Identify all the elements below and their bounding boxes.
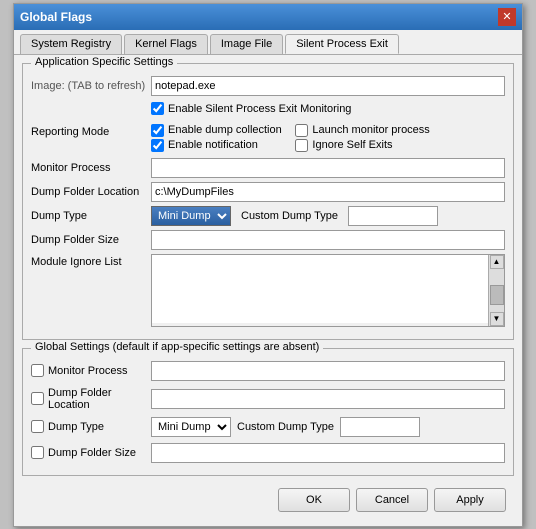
- tab-silent-process-exit[interactable]: Silent Process Exit: [285, 34, 399, 54]
- global-dump-type-check-label: Dump Type: [31, 420, 151, 433]
- scroll-thumb[interactable]: [490, 285, 504, 305]
- enable-notify-row: Enable notification: [151, 139, 285, 152]
- global-settings-group: Global Settings (default if app-specific…: [22, 348, 514, 476]
- window-title: Global Flags: [20, 10, 92, 24]
- launch-monitor-row: Launch monitor process: [295, 124, 429, 137]
- ignore-self-row: Ignore Self Exits: [295, 139, 429, 152]
- dump-collection-checkbox[interactable]: [151, 124, 164, 137]
- ignore-self-checkbox[interactable]: [295, 139, 308, 152]
- global-dump-folder-input[interactable]: [151, 389, 505, 409]
- ignore-self-label: Ignore Self Exits: [312, 139, 392, 151]
- dump-folder-location-row: Dump Folder Location: [31, 182, 505, 202]
- module-ignore-textarea[interactable]: [152, 255, 488, 323]
- scroll-up-arrow[interactable]: ▲: [490, 255, 504, 269]
- app-settings-inner: Image: (TAB to refresh) Enable Silent Pr…: [31, 76, 505, 327]
- global-custom-dump-label: Custom Dump Type: [237, 421, 334, 433]
- global-dump-folder-checkbox[interactable]: [31, 392, 44, 405]
- global-dump-type-checkbox[interactable]: [31, 420, 44, 433]
- main-window: Global Flags ✕ System Registry Kernel Fl…: [13, 3, 523, 527]
- content-area: Application Specific Settings Image: (TA…: [14, 55, 522, 526]
- app-settings-group: Application Specific Settings Image: (TA…: [22, 63, 514, 340]
- global-monitor-checkbox[interactable]: [31, 364, 44, 377]
- reporting-mode-row: Reporting Mode Enable dump collection La…: [31, 124, 505, 152]
- global-dump-folder-check-label: Dump Folder Location: [31, 387, 151, 411]
- reporting-mode-content: Enable dump collection Launch monitor pr…: [151, 124, 505, 152]
- global-settings-legend: Global Settings (default if app-specific…: [31, 341, 323, 353]
- global-dump-folder-size-row: Dump Folder Size: [31, 443, 505, 463]
- reporting-grid: Enable dump collection Launch monitor pr…: [151, 124, 430, 152]
- image-input[interactable]: [151, 76, 505, 96]
- custom-dump-type-input[interactable]: [348, 206, 438, 226]
- dump-type-row: Dump Type Mini Dump Full Dump Micro Dump…: [31, 206, 505, 226]
- dump-folder-size-input[interactable]: [151, 230, 505, 250]
- enable-silent-checkbox[interactable]: [151, 102, 164, 115]
- monitor-process-content: [151, 158, 505, 178]
- dump-folder-size-row: Dump Folder Size: [31, 230, 505, 250]
- module-ignore-content: ▲ ▼: [151, 254, 505, 327]
- image-label: Image: (TAB to refresh): [31, 80, 151, 92]
- global-monitor-input[interactable]: [151, 361, 505, 381]
- monitor-process-input[interactable]: [151, 158, 505, 178]
- reporting-mode-label: Reporting Mode: [31, 124, 151, 138]
- module-ignore-wrapper: ▲ ▼: [151, 254, 505, 327]
- monitor-process-label: Monitor Process: [31, 162, 151, 174]
- custom-dump-type-label: Custom Dump Type: [241, 210, 338, 222]
- image-content: [151, 76, 505, 96]
- cancel-button[interactable]: Cancel: [356, 488, 428, 512]
- global-dump-folder-size-input-wrap: [151, 443, 505, 463]
- global-custom-dump-input[interactable]: [340, 417, 420, 437]
- ok-button[interactable]: OK: [278, 488, 350, 512]
- tab-system-registry[interactable]: System Registry: [20, 34, 122, 54]
- global-dump-type-row: Dump Type Mini Dump Full Dump Custom Dum…: [31, 417, 505, 437]
- dump-type-label: Dump Type: [31, 210, 151, 222]
- app-settings-legend: Application Specific Settings: [31, 56, 177, 68]
- tab-kernel-flags[interactable]: Kernel Flags: [124, 34, 208, 54]
- global-dump-type-select[interactable]: Mini Dump Full Dump: [151, 417, 231, 437]
- global-dump-folder-size-check-label: Dump Folder Size: [31, 446, 151, 459]
- launch-monitor-checkbox[interactable]: [295, 124, 308, 137]
- close-button[interactable]: ✕: [498, 8, 516, 26]
- global-dump-folder-size-checkbox[interactable]: [31, 446, 44, 459]
- module-ignore-label: Module Ignore List: [31, 254, 151, 268]
- dump-folder-size-content: [151, 230, 505, 250]
- enable-notify-checkbox[interactable]: [151, 139, 164, 152]
- global-monitor-process-row: Monitor Process: [31, 361, 505, 381]
- dump-type-content: Mini Dump Full Dump Micro Dump Custom Du…: [151, 206, 505, 226]
- enable-notify-label: Enable notification: [168, 139, 258, 151]
- global-dump-folder-row: Dump Folder Location: [31, 387, 505, 411]
- dump-collection-row: Enable dump collection: [151, 124, 285, 137]
- apply-button[interactable]: Apply: [434, 488, 506, 512]
- global-monitor-check-label: Monitor Process: [31, 364, 151, 377]
- dump-folder-location-input[interactable]: [151, 182, 505, 202]
- button-bar: OK Cancel Apply: [22, 484, 514, 520]
- enable-silent-label: Enable Silent Process Exit Monitoring: [168, 103, 351, 115]
- title-bar: Global Flags ✕: [14, 4, 522, 30]
- dump-folder-location-content: [151, 182, 505, 202]
- enable-silent-content: Enable Silent Process Exit Monitoring: [151, 102, 505, 117]
- dump-collection-label: Enable dump collection: [168, 124, 282, 136]
- module-ignore-row: Module Ignore List ▲ ▼: [31, 254, 505, 327]
- global-monitor-input-wrap: [151, 361, 505, 381]
- module-ignore-scrollbar[interactable]: ▲ ▼: [488, 255, 504, 326]
- tab-bar: System Registry Kernel Flags Image File …: [14, 30, 522, 55]
- enable-silent-row: Enable Silent Process Exit Monitoring: [31, 100, 505, 120]
- image-row: Image: (TAB to refresh): [31, 76, 505, 96]
- global-dump-type-content: Mini Dump Full Dump Custom Dump Type: [151, 417, 505, 437]
- dump-folder-location-label: Dump Folder Location: [31, 186, 151, 198]
- dump-folder-size-label: Dump Folder Size: [31, 234, 151, 246]
- dump-type-select[interactable]: Mini Dump Full Dump Micro Dump: [151, 206, 231, 226]
- monitor-process-row: Monitor Process: [31, 158, 505, 178]
- scroll-down-arrow[interactable]: ▼: [490, 312, 504, 326]
- global-dump-folder-size-input[interactable]: [151, 443, 505, 463]
- tab-image-file[interactable]: Image File: [210, 34, 283, 54]
- enable-silent-checkbox-row: Enable Silent Process Exit Monitoring: [151, 102, 351, 115]
- launch-monitor-label: Launch monitor process: [312, 124, 429, 136]
- global-dump-folder-input-wrap: [151, 389, 505, 409]
